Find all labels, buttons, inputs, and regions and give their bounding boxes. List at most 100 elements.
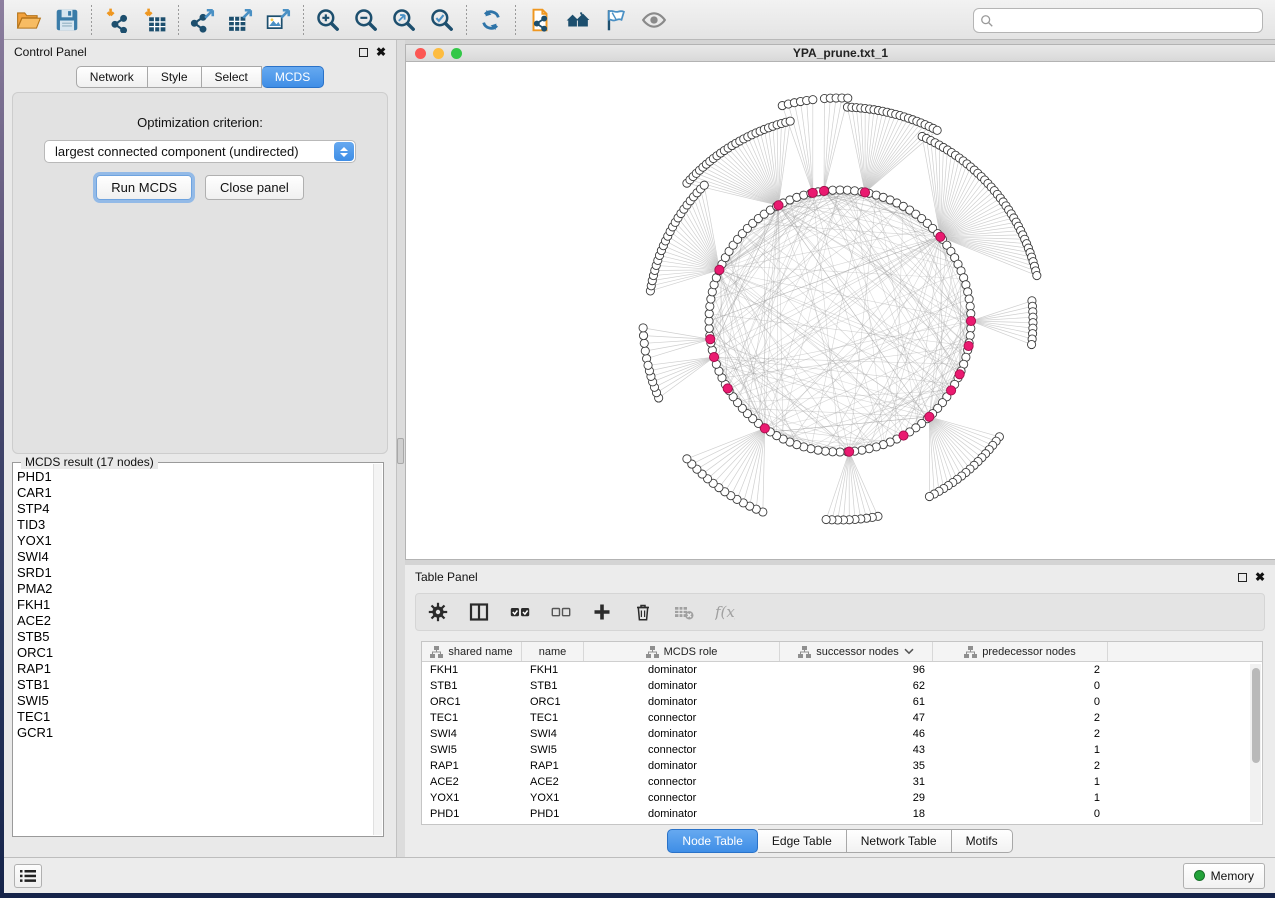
splitter-handle[interactable]: [397, 438, 404, 464]
table-settings-button[interactable]: [426, 600, 450, 624]
result-node-item[interactable]: SRD1: [17, 565, 373, 581]
table-row[interactable]: RAP1RAP1dominator352: [422, 758, 1262, 774]
network-node-selected[interactable]: [845, 447, 854, 456]
import-network-button[interactable]: [97, 4, 135, 36]
table-scrollbar[interactable]: [1250, 664, 1261, 822]
result-node-item[interactable]: SWI5: [17, 693, 373, 709]
network-node[interactable]: [640, 339, 648, 347]
share-document-button[interactable]: [521, 4, 559, 36]
houses-button[interactable]: [559, 4, 597, 36]
network-node[interactable]: [925, 492, 933, 500]
table-row[interactable]: SWI5SWI5connector431: [422, 742, 1262, 758]
network-node-selected[interactable]: [723, 384, 732, 393]
network-node[interactable]: [1027, 340, 1035, 348]
network-node[interactable]: [644, 361, 652, 369]
open-file-button[interactable]: [10, 4, 48, 36]
result-node-item[interactable]: STP4: [17, 501, 373, 517]
table-row[interactable]: ORC1ORC1dominator610: [422, 694, 1262, 710]
tab-select[interactable]: Select: [202, 66, 262, 88]
network-node-selected[interactable]: [808, 188, 817, 197]
zoom-in-button[interactable]: [309, 4, 347, 36]
column-header-name[interactable]: name: [522, 642, 584, 661]
zoom-out-button[interactable]: [347, 4, 385, 36]
panel-splitter[interactable]: [397, 40, 405, 857]
refresh-layout-button[interactable]: [472, 4, 510, 36]
network-node-selected[interactable]: [709, 353, 718, 362]
result-node-item[interactable]: SWI4: [17, 549, 373, 565]
search-input[interactable]: [999, 14, 1256, 28]
float-panel-icon[interactable]: [359, 48, 368, 57]
network-node[interactable]: [822, 515, 830, 523]
table-row[interactable]: SWI4SWI4dominator462: [422, 726, 1262, 742]
network-node[interactable]: [933, 126, 941, 134]
network-node[interactable]: [786, 117, 794, 125]
delete-table-button[interactable]: [672, 600, 696, 624]
result-node-item[interactable]: YOX1: [17, 533, 373, 549]
result-node-item[interactable]: PMA2: [17, 581, 373, 597]
tab-style[interactable]: Style: [148, 66, 202, 88]
network-node[interactable]: [700, 181, 708, 189]
criterion-dropdown[interactable]: largest connected component (undirected): [44, 140, 356, 163]
network-node[interactable]: [639, 324, 647, 332]
column-header-predecessor-nodes[interactable]: predecessor nodes: [933, 642, 1108, 661]
network-node-selected[interactable]: [899, 431, 908, 440]
zoom-selected-button[interactable]: [423, 4, 461, 36]
table-row[interactable]: ACE2ACE2connector311: [422, 774, 1262, 790]
network-node[interactable]: [844, 94, 852, 102]
network-node-selected[interactable]: [760, 424, 769, 433]
tab-network-table[interactable]: Network Table: [847, 829, 952, 853]
network-node-selected[interactable]: [964, 341, 973, 350]
eye-button[interactable]: [635, 4, 673, 36]
network-node-selected[interactable]: [706, 335, 715, 344]
delete-row-button[interactable]: [631, 600, 655, 624]
network-node[interactable]: [639, 331, 647, 339]
result-node-item[interactable]: ORC1: [17, 645, 373, 661]
network-node[interactable]: [964, 288, 972, 296]
network-canvas[interactable]: [406, 62, 1275, 559]
network-node-selected[interactable]: [966, 316, 975, 325]
network-node[interactable]: [865, 445, 873, 453]
network-node-selected[interactable]: [946, 386, 955, 395]
search-box[interactable]: [973, 8, 1263, 33]
export-table-button[interactable]: [222, 4, 260, 36]
import-table-button[interactable]: [135, 4, 173, 36]
column-header-shared-name[interactable]: shared name: [422, 642, 522, 661]
result-node-item[interactable]: RAP1: [17, 661, 373, 677]
tab-network[interactable]: Network: [76, 66, 148, 88]
network-node-selected[interactable]: [936, 232, 945, 241]
result-node-item[interactable]: STB5: [17, 629, 373, 645]
result-node-item[interactable]: GCR1: [17, 725, 373, 741]
save-session-button[interactable]: [48, 4, 86, 36]
result-node-item[interactable]: FKH1: [17, 597, 373, 613]
network-node[interactable]: [707, 295, 715, 303]
result-node-item[interactable]: TID3: [17, 517, 373, 533]
network-node[interactable]: [814, 446, 822, 454]
network-node-selected[interactable]: [774, 201, 783, 210]
result-node-item[interactable]: CAR1: [17, 485, 373, 501]
table-scrollbar-thumb[interactable]: [1252, 668, 1260, 763]
result-scrollbar[interactable]: [373, 464, 382, 835]
tab-mcds[interactable]: MCDS: [262, 66, 324, 88]
network-node[interactable]: [809, 96, 817, 104]
network-node[interactable]: [641, 347, 649, 355]
function-builder-button[interactable]: f(x): [713, 600, 737, 624]
network-node-selected[interactable]: [715, 265, 724, 274]
table-row[interactable]: YOX1YOX1connector291: [422, 790, 1262, 806]
network-node[interactable]: [1033, 271, 1041, 279]
tab-node-table[interactable]: Node Table: [667, 829, 758, 853]
float-table-panel-icon[interactable]: [1238, 573, 1247, 582]
legend-flag-button[interactable]: [597, 4, 635, 36]
network-node-selected[interactable]: [955, 370, 964, 379]
memory-button[interactable]: Memory: [1183, 863, 1265, 889]
column-header-successor-nodes[interactable]: successor nodes: [780, 642, 933, 661]
network-node[interactable]: [683, 455, 691, 463]
result-node-item[interactable]: STB1: [17, 677, 373, 693]
result-node-item[interactable]: PHD1: [17, 469, 373, 485]
result-node-item[interactable]: TEC1: [17, 709, 373, 725]
table-row[interactable]: PHD1PHD1dominator180: [422, 806, 1262, 822]
toggle-columns-button[interactable]: [467, 600, 491, 624]
close-panel-icon[interactable]: ✖: [376, 46, 386, 58]
table-row[interactable]: FKH1FKH1dominator962: [422, 662, 1262, 678]
run-mcds-button[interactable]: Run MCDS: [96, 175, 192, 200]
table-row[interactable]: TEC1TEC1connector472: [422, 710, 1262, 726]
